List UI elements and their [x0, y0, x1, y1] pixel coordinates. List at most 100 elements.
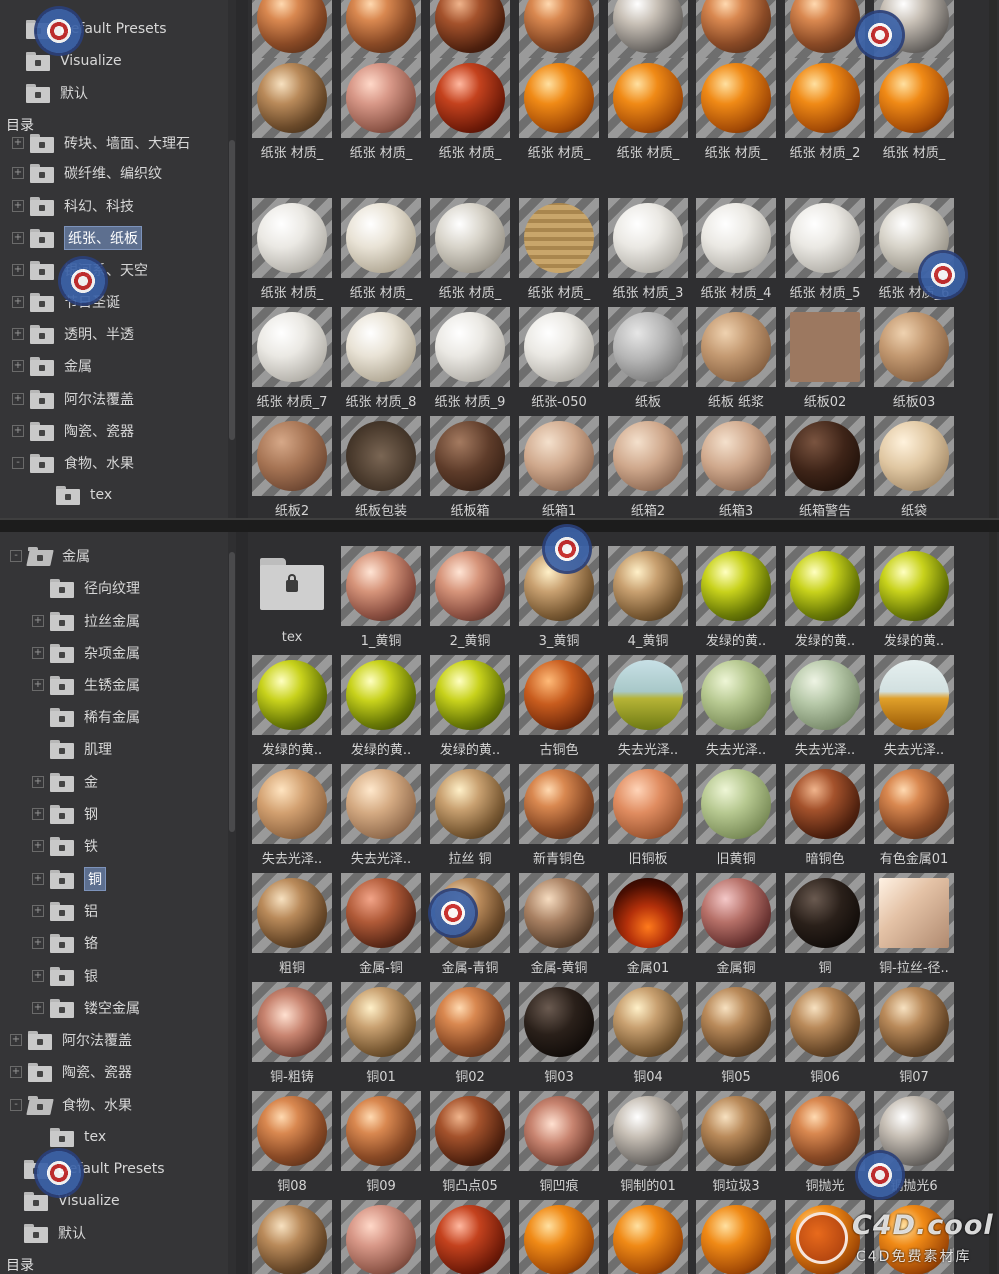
expand-icon[interactable]: + [32, 776, 44, 788]
tree-item-12[interactable]: + 阿尔法覆盖 [12, 385, 134, 413]
expand-icon[interactable]: + [10, 1066, 22, 1078]
material-tile[interactable]: 粗铜 [252, 873, 332, 979]
material-tile[interactable]: 旧铜板 [608, 764, 688, 870]
material-tile[interactable]: 发绿的黄.. [696, 546, 776, 652]
material-tile[interactable]: 铜08 [252, 1091, 332, 1197]
tree-item-3[interactable]: + 杂项金属 [32, 639, 140, 667]
tree-item-13[interactable]: + 陶瓷、瓷器 [12, 417, 134, 445]
material-tile[interactable]: 纸张 材质_ [608, 58, 688, 164]
material-tile[interactable]: 发绿的黄.. [252, 655, 332, 761]
material-tile[interactable]: 失去光泽.. [608, 655, 688, 761]
material-tile[interactable]: 纸袋 [874, 416, 954, 518]
tree-scrollbar-thumb[interactable] [229, 140, 235, 440]
material-tile[interactable]: 纸张 材质_ [430, 198, 510, 304]
expand-icon[interactable]: + [32, 937, 44, 949]
tree-scrollbar[interactable] [228, 532, 236, 1274]
material-tile[interactable]: 纸张 材质_5 [785, 198, 865, 304]
material-tile[interactable]: 铜-拉丝-径.. [874, 873, 954, 979]
material-tile[interactable]: 金属01 [608, 873, 688, 979]
material-tile[interactable]: 新青铜色 [519, 764, 599, 870]
material-tile[interactable]: 铜抛光 [785, 1091, 865, 1197]
material-tile[interactable]: 纸张 材质_ [519, 198, 599, 304]
material-tile[interactable]: tex [252, 546, 332, 652]
material-tile[interactable]: 铜凹痕 [519, 1091, 599, 1197]
material-tile[interactable]: 铜 [785, 873, 865, 979]
material-tile[interactable]: 纸张 材质_7 [252, 307, 332, 413]
tree-item-13[interactable]: + 银 [32, 962, 98, 990]
material-tile[interactable]: 纸张-050 [519, 307, 599, 413]
tree-item-0[interactable]: - 金属 [10, 542, 90, 570]
expand-icon[interactable]: + [12, 296, 24, 308]
tree-item-15[interactable]: tex [38, 481, 112, 509]
collapse-icon[interactable]: - [10, 550, 22, 562]
tree-item-16[interactable]: + 陶瓷、瓷器 [10, 1058, 132, 1086]
material-tile[interactable]: 纸箱警告 [785, 416, 865, 518]
collapse-icon[interactable]: - [12, 457, 24, 469]
grid-scrollbar[interactable] [989, 0, 997, 518]
tree-item-14[interactable]: + 镂空金属 [32, 994, 140, 1022]
expand-icon[interactable]: + [32, 905, 44, 917]
material-tile[interactable]: 纸张 材质_ [252, 198, 332, 304]
expand-icon[interactable]: + [12, 360, 24, 372]
splitter[interactable] [236, 532, 248, 1274]
tree-item-6[interactable]: + 科幻、科技 [12, 192, 134, 220]
tree-item-10[interactable]: + 透明、半透 [12, 320, 134, 348]
material-tile[interactable]: 纸张 材质_ [252, 58, 332, 164]
material-tile[interactable] [430, 1200, 510, 1274]
material-tile[interactable]: 发绿的黄.. [874, 546, 954, 652]
tree-item-11[interactable]: + 铝 [32, 897, 98, 925]
material-tile[interactable]: 旧黄铜 [696, 764, 776, 870]
tree-item-19[interactable]: Default Presets [6, 1155, 165, 1183]
material-tile[interactable]: 纸张 材质_ [430, 58, 510, 164]
material-tile[interactable]: 纸张 材质_ [696, 58, 776, 164]
expand-icon[interactable]: + [32, 1002, 44, 1014]
expand-icon[interactable]: + [12, 232, 24, 244]
tree-item-7[interactable]: + 纸张、纸板 [12, 224, 142, 252]
tree-item-1[interactable]: 径向纹理 [32, 574, 140, 602]
tree-item-5[interactable]: 稀有金属 [32, 703, 140, 731]
material-tile[interactable]: 铜-粗铸 [252, 982, 332, 1088]
material-tile[interactable]: 金属铜 [696, 873, 776, 979]
material-tile[interactable]: 纸箱1 [519, 416, 599, 518]
expand-icon[interactable]: + [12, 328, 24, 340]
material-tile[interactable] [341, 1200, 421, 1274]
material-tile[interactable]: 铜凸点05 [430, 1091, 510, 1197]
material-tile[interactable]: 铜05 [696, 982, 776, 1088]
material-tile[interactable]: 铜02 [430, 982, 510, 1088]
tree-item-2[interactable]: 默认 [8, 79, 88, 107]
material-tile[interactable]: 纸张 材质_9 [430, 307, 510, 413]
material-tile[interactable]: 纸张 材质_3 [608, 198, 688, 304]
material-tile[interactable]: 纸张 材质_2 [785, 58, 865, 164]
material-tile[interactable]: 金属-铜 [341, 873, 421, 979]
material-tile[interactable]: 铜01 [341, 982, 421, 1088]
expand-icon[interactable]: + [12, 200, 24, 212]
tree-item-11[interactable]: + 金属 [12, 352, 92, 380]
expand-icon[interactable]: + [32, 840, 44, 852]
material-tile[interactable]: 金属-黄铜 [519, 873, 599, 979]
material-tile[interactable]: 失去光泽.. [696, 655, 776, 761]
material-tile[interactable]: 1_黄铜 [341, 546, 421, 652]
expand-icon[interactable]: + [12, 137, 24, 149]
tree-item-2[interactable]: + 拉丝金属 [32, 607, 140, 635]
collapse-icon[interactable]: - [10, 1099, 22, 1111]
material-tile[interactable]: 纸板包装 [341, 416, 421, 518]
tree-item-6[interactable]: 肌理 [32, 735, 112, 763]
tree-scrollbar-thumb[interactable] [229, 552, 235, 832]
material-tile[interactable]: 2_黄铜 [430, 546, 510, 652]
tree-item-15[interactable]: + 阿尔法覆盖 [10, 1026, 132, 1054]
material-tile[interactable] [608, 1200, 688, 1274]
material-tile[interactable]: 纸张 材质_ [874, 58, 954, 164]
tree-item-7[interactable]: + 金 [32, 768, 98, 796]
expand-icon[interactable]: + [32, 647, 44, 659]
material-tile[interactable]: 拉丝 铜 [430, 764, 510, 870]
material-tile[interactable]: 发绿的黄.. [785, 546, 865, 652]
material-tile[interactable]: 纸箱2 [608, 416, 688, 518]
material-tile[interactable]: 失去光泽.. [252, 764, 332, 870]
material-tile[interactable]: 纸板02 [785, 307, 865, 413]
expand-icon[interactable]: + [10, 1034, 22, 1046]
material-tile[interactable]: 铜03 [519, 982, 599, 1088]
material-tile[interactable]: 铜垃圾3 [696, 1091, 776, 1197]
material-tile[interactable]: 暗铜色 [785, 764, 865, 870]
material-tile[interactable]: 铜制的01 [608, 1091, 688, 1197]
tree-item-18[interactable]: tex [32, 1123, 106, 1151]
